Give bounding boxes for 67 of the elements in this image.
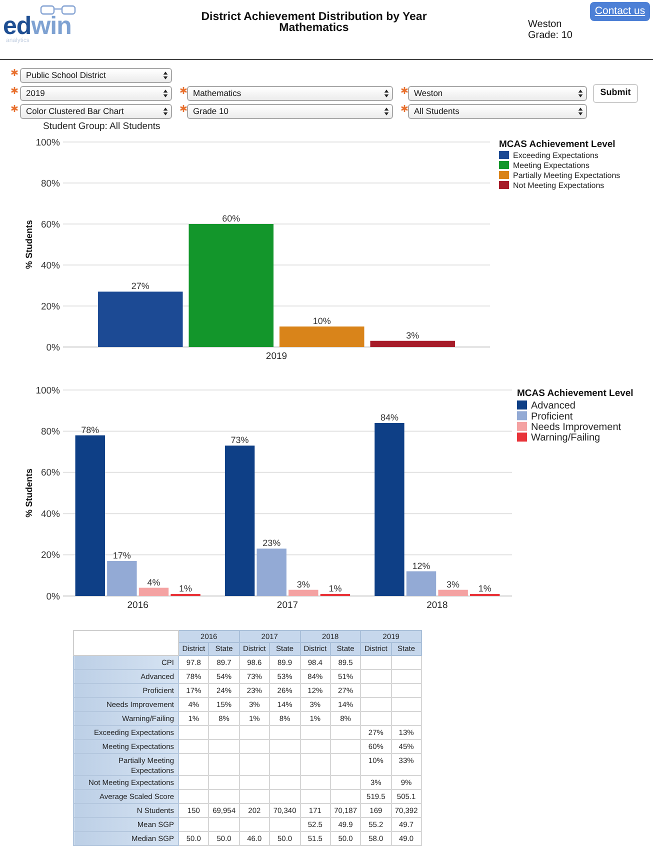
value-label: 78%: [81, 424, 100, 435]
value-label: 3%: [406, 330, 420, 340]
grade-label: Grade: 10: [528, 30, 572, 41]
contact-button[interactable]: Contact us: [590, 2, 650, 21]
axis-title: % Students: [24, 220, 34, 269]
value-label: 60%: [222, 214, 240, 224]
updown-arrows-icon: [163, 71, 168, 80]
glasses-icon: [40, 5, 76, 15]
value-label: 23%: [262, 538, 281, 548]
value-label: 12%: [412, 560, 430, 571]
legend-label: Proficient: [531, 411, 573, 422]
value-label: 3%: [446, 579, 460, 590]
x-tick-label: 2018: [426, 600, 448, 610]
value-label: 1%: [179, 583, 192, 594]
value-label: 1%: [478, 583, 492, 594]
updown-arrows-icon: [163, 89, 168, 98]
updown-arrows-icon: [384, 89, 389, 98]
value-label: 84%: [380, 412, 398, 422]
updown-arrows-icon: [578, 89, 583, 98]
legend-title: MCAS Achievement Level: [499, 139, 616, 150]
value-label: 4%: [147, 577, 160, 588]
y-tick-label: 80%: [40, 178, 60, 190]
logo-wordmark: edwin: [3, 15, 72, 37]
legend-label: Warning/Failing: [531, 432, 600, 444]
page-title: District Achievement Distribution by Year: [201, 12, 427, 23]
y-tick-label: 40%: [40, 508, 60, 520]
y-tick-label: 80%: [40, 426, 60, 438]
dropdown[interactable]: 2019: [20, 86, 172, 101]
legend-label: Meeting Expectations: [513, 160, 590, 170]
axis-title: % Students: [24, 468, 34, 518]
value-label: 73%: [230, 435, 249, 446]
y-tick-label: 60%: [40, 219, 60, 230]
page-subtitle: Mathematics: [279, 23, 349, 34]
district-name: Weston: [528, 19, 562, 30]
value-label: 27%: [131, 281, 150, 292]
legend-label: Needs Improvement: [531, 422, 622, 433]
dropdown[interactable]: Weston: [408, 86, 587, 101]
dropdown[interactable]: All Students: [408, 104, 587, 119]
value-label: 10%: [312, 316, 331, 326]
y-tick-label: 40%: [40, 260, 60, 272]
y-tick-label: 20%: [40, 550, 60, 562]
legend-label: Partially Meeting Expectations: [513, 170, 620, 180]
value-label: 17%: [112, 550, 131, 560]
student-group-label: Student Group: All Students: [43, 121, 160, 132]
legend-label: Exceeding Expectations: [513, 150, 598, 160]
y-tick-label: 0%: [46, 591, 60, 602]
dropdown[interactable]: Mathematics: [187, 86, 393, 101]
value-label: 1%: [328, 583, 342, 594]
y-tick-label: 100%: [36, 137, 60, 148]
updown-arrows-icon: [578, 107, 583, 116]
x-tick-label: 2019: [266, 351, 288, 362]
legend-title: MCAS Achievement Level: [517, 388, 634, 399]
submit-button[interactable]: Submit: [593, 84, 638, 102]
y-tick-label: 20%: [40, 301, 60, 312]
y-tick-label: 60%: [40, 468, 60, 479]
y-tick-label: 100%: [36, 385, 60, 396]
value-label: 3%: [296, 579, 310, 590]
x-tick-label: 2016: [127, 600, 148, 610]
legend-label: Advanced: [531, 400, 576, 412]
y-tick-label: 0%: [46, 342, 60, 354]
x-tick-label: 2017: [276, 600, 298, 610]
updown-arrows-icon: [384, 107, 389, 116]
legend-label: Not Meeting Expectations: [513, 180, 604, 190]
dropdown[interactable]: Color Clustered Bar Chart: [20, 104, 172, 119]
dropdown[interactable]: Public School District: [20, 68, 172, 83]
dropdown[interactable]: Grade 10: [187, 104, 393, 119]
updown-arrows-icon: [163, 107, 168, 116]
